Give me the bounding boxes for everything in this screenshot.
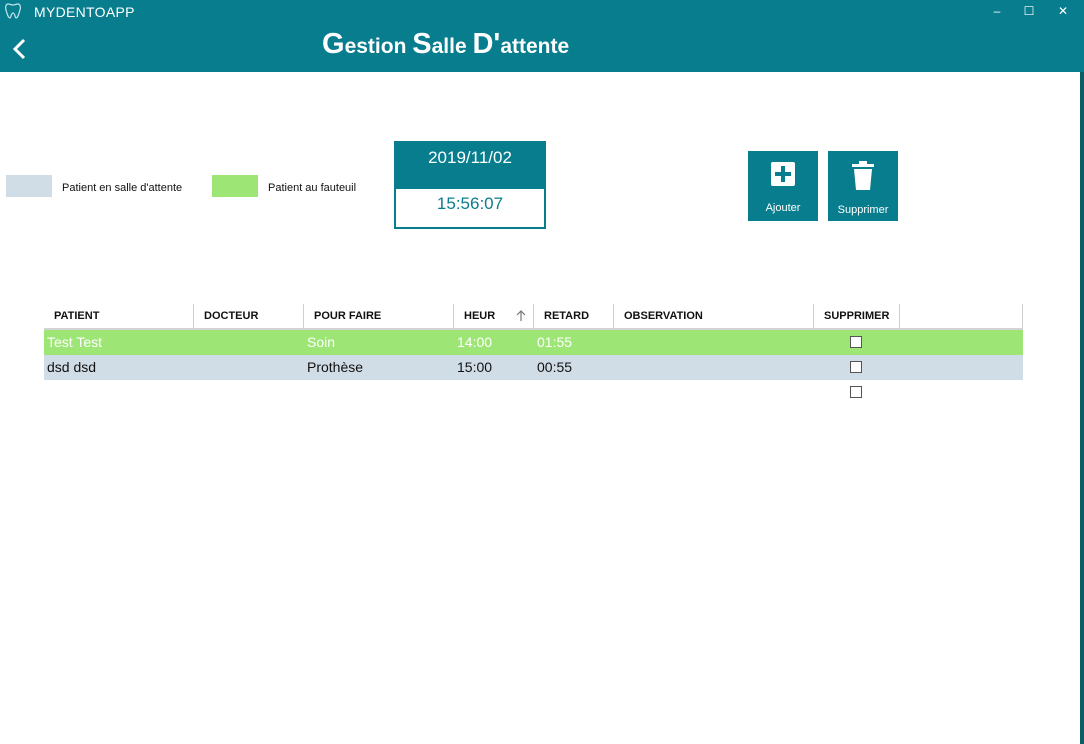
close-button[interactable]: ✕: [1048, 2, 1078, 20]
table-row[interactable]: [44, 380, 1023, 405]
delete-button[interactable]: Supprimer: [828, 151, 898, 221]
cell-retard: 01:55: [537, 334, 573, 350]
cell-retard: 00:55: [537, 359, 573, 375]
table-header: PATIENT DOCTEUR POUR FAIRE HEUR RETARD O…: [44, 304, 1023, 330]
col-docteur[interactable]: DOCTEUR: [194, 304, 304, 328]
cell-pour-faire: Prothèse: [307, 359, 364, 375]
col-filler: [900, 304, 1023, 328]
current-date: 2019/11/02: [396, 143, 544, 189]
cell-heur: 14:00: [457, 334, 493, 350]
legend-in-chair-label: Patient au fauteuil: [268, 182, 357, 194]
delete-checkbox[interactable]: [850, 336, 862, 348]
col-retard[interactable]: RETARD: [534, 304, 614, 328]
col-heur-label: HEUR: [464, 310, 496, 322]
table-row[interactable]: dsd dsd Prothèse 15:00 00:55: [44, 355, 1023, 380]
delete-checkbox[interactable]: [850, 386, 862, 398]
add-button[interactable]: Ajouter: [748, 151, 818, 221]
legend-in-chair-swatch: [212, 175, 258, 197]
delete-checkbox[interactable]: [850, 361, 862, 373]
title-bar: MYDENTOAPP – ☐ ✕ Gestion Salle D'attente: [0, 0, 1080, 72]
sort-arrow-up-icon: [516, 310, 526, 321]
window-edge: [1080, 0, 1084, 744]
col-heur[interactable]: HEUR: [454, 304, 534, 328]
legend-waiting-label: Patient en salle d'attente: [62, 182, 183, 194]
table-row[interactable]: Test Test Soin 14:00 01:55: [44, 330, 1023, 355]
maximize-button[interactable]: ☐: [1014, 2, 1044, 20]
plus-icon: [771, 162, 795, 186]
delete-button-label: Supprimer: [837, 204, 889, 216]
legend-waiting-swatch: [6, 175, 52, 197]
cell-patient: Test Test: [47, 334, 102, 350]
back-arrow-icon[interactable]: [8, 36, 34, 62]
cell-patient: dsd dsd: [47, 359, 97, 375]
app-name: MYDENTOAPP: [34, 4, 135, 20]
col-observation[interactable]: OBSERVATION: [614, 304, 814, 328]
trash-icon: [852, 161, 874, 190]
col-patient[interactable]: PATIENT: [44, 304, 194, 328]
waiting-room-table: PATIENT DOCTEUR POUR FAIRE HEUR RETARD O…: [44, 304, 1023, 405]
tooth-logo-icon: [5, 3, 21, 19]
col-supprimer[interactable]: SUPPRIMER: [814, 304, 900, 328]
clock-panel: 2019/11/02 15:56:07: [394, 141, 546, 229]
current-time: 15:56:07: [436, 194, 504, 213]
add-button-label: Ajouter: [765, 202, 801, 214]
col-pour-faire[interactable]: POUR FAIRE: [304, 304, 454, 328]
cell-pour-faire: Soin: [307, 334, 336, 350]
minimize-button[interactable]: –: [982, 2, 1012, 20]
page-title: Gestion Salle D'attente: [322, 28, 570, 60]
cell-heur: 15:00: [457, 359, 493, 375]
